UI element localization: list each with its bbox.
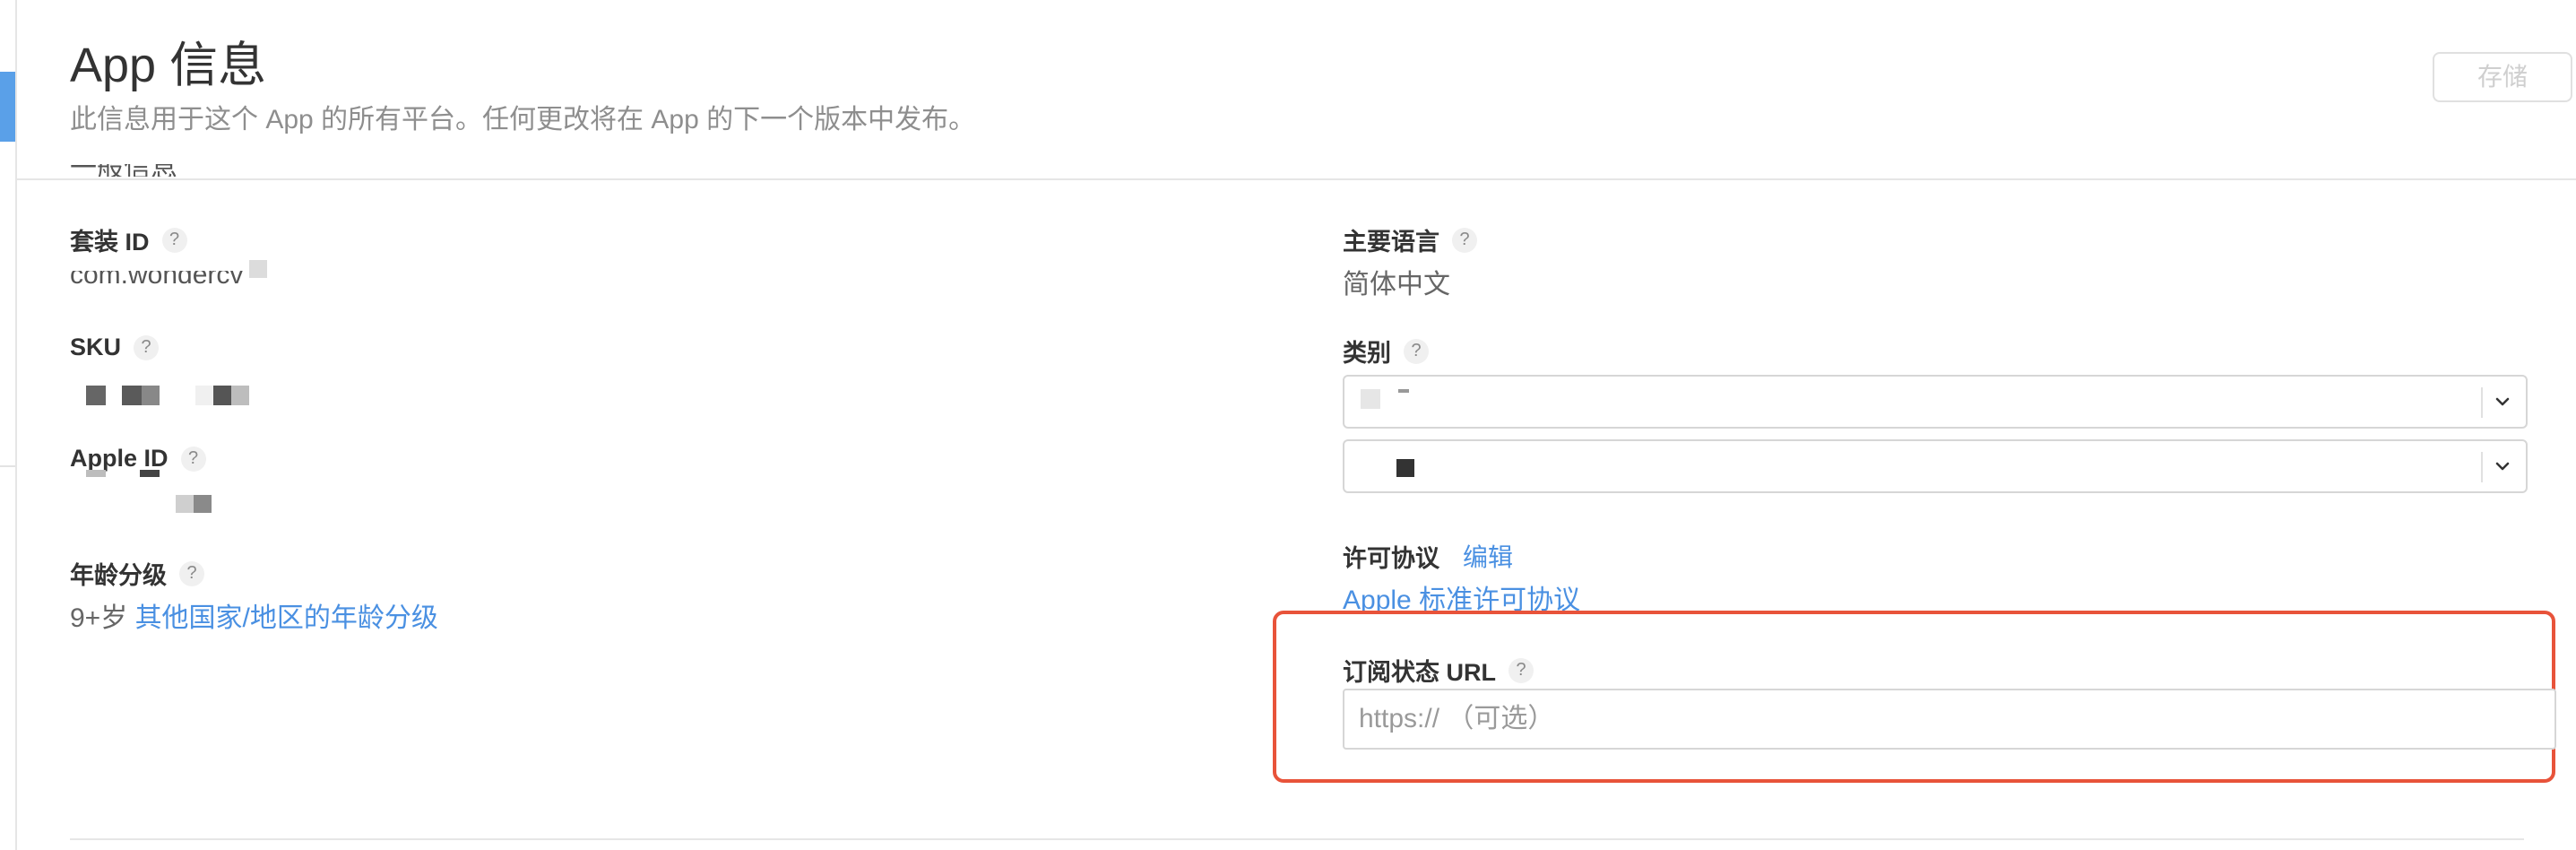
bundle-id-value: com.wondercv [70,271,267,287]
age-rating-label: 年龄分级 ? [70,556,204,591]
help-icon[interactable]: ? [1404,338,1429,364]
redaction-block [1396,459,1414,477]
sku-label-text: SKU [70,334,122,360]
redaction-block [249,260,267,278]
primary-language-label-text: 主要语言 [1343,229,1439,256]
save-button[interactable]: 存储 [2433,52,2572,102]
sku-label: SKU ? [70,334,160,361]
redaction-block [1361,389,1380,409]
help-icon[interactable]: ? [161,227,187,253]
chevron-down-icon[interactable] [2492,450,2513,482]
redaction-block [1398,389,1409,393]
help-icon[interactable]: ? [134,334,160,360]
apple-id-label-text: Apple ID [70,445,169,472]
license-edit-link[interactable]: 编辑 [1463,538,1513,574]
page-title: App 信息 [70,39,267,92]
subscription-url-label-text: 订阅状态 URL [1343,659,1496,686]
subscription-url-input[interactable] [1343,689,2556,750]
bundle-id-label-text: 套装 ID [70,229,150,256]
age-rating-value-text: 9+岁 [70,603,128,633]
age-rating-other-regions-link[interactable]: 其他国家/地区的年龄分级 [135,603,438,633]
help-icon[interactable]: ? [180,446,206,472]
help-icon[interactable]: ? [1452,227,1477,253]
category-label-text: 类别 [1343,340,1391,367]
sidebar-active-marker[interactable] [0,72,15,142]
license-label: 许可协议 编辑 [1343,538,1513,574]
age-rating-value: 9+岁 其他国家/地区的年龄分级 [70,595,438,635]
left-sidebar [0,0,17,850]
page-header: App 信息 此信息用于这个 App 的所有平台。任何更改将在 App 的下一个… [16,0,2576,180]
primary-category-select[interactable] [1343,375,2528,429]
chevron-down-icon[interactable] [2492,386,2513,418]
license-label-text: 许可协议 [1343,544,1439,572]
primary-language-label: 主要语言 ? [1343,222,1477,257]
select-divider [2481,387,2483,418]
subscription-url-label: 订阅状态 URL ? [1343,653,1534,688]
select-divider [2481,452,2483,482]
help-icon[interactable]: ? [1508,657,1534,683]
clipped-section-text: 一般信息 [70,164,213,177]
page-subtitle: 此信息用于这个 App 的所有平台。任何更改将在 App 的下一个版本中发布。 [70,105,976,134]
sidebar-divider [0,465,15,467]
apple-id-label: Apple ID ? [70,445,206,473]
section-divider [70,838,2524,840]
category-label: 类别 ? [1343,334,1429,369]
primary-language-value: 简体中文 [1343,270,1450,299]
help-icon[interactable]: ? [179,560,204,586]
age-rating-label-text: 年龄分级 [70,562,167,589]
bundle-id-label: 套装 ID ? [70,222,187,257]
secondary-category-select[interactable] [1343,439,2528,493]
bundle-id-value-text: com.wondercv [70,271,244,287]
